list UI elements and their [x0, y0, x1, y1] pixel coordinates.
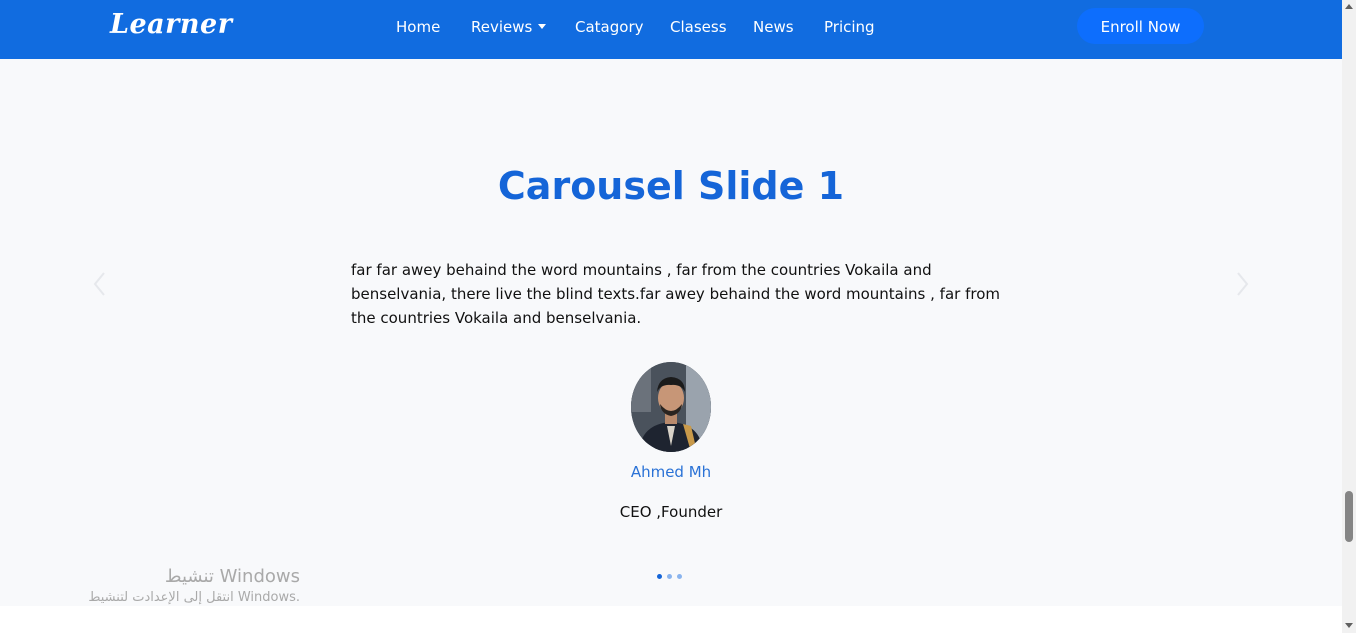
watermark-title: تنشيط Windows — [164, 566, 300, 587]
caret-down-icon — [538, 24, 547, 29]
person-role: CEO ,Founder — [619, 503, 723, 521]
carousel-next-button[interactable] — [1227, 269, 1257, 299]
carousel-prev-button[interactable] — [85, 269, 115, 299]
slide-title: Carousel Slide 1 — [497, 164, 845, 208]
nav-link-news[interactable]: News — [753, 18, 794, 36]
carousel-indicator[interactable] — [657, 574, 662, 579]
nav-link-catagory[interactable]: Catagory — [575, 18, 643, 36]
chevron-left-icon — [93, 272, 105, 296]
brand-logo[interactable]: Learner — [110, 9, 232, 40]
enroll-now-button[interactable]: Enroll Now — [1077, 8, 1204, 44]
page-bottom — [0, 606, 1342, 633]
windows-activation-watermark: تنشيط Windows انتقل إلى الإعدادت لتنشيط … — [60, 565, 300, 607]
watermark-subtitle: انتقل إلى الإعدادت لتنشيط Windows. — [88, 590, 300, 605]
top-navbar: Learner Home Reviews Catagory Clasess Ne… — [0, 0, 1342, 59]
avatar — [631, 362, 711, 452]
nav-link-clasess[interactable]: Clasess — [670, 18, 727, 36]
nav-link-reviews[interactable]: Reviews — [471, 18, 547, 36]
scroll-down-icon[interactable] — [1345, 623, 1353, 628]
nav-link-reviews-label: Reviews — [471, 18, 533, 36]
nav-link-home[interactable]: Home — [396, 18, 440, 36]
vertical-scrollbar[interactable] — [1342, 0, 1356, 633]
person-photo — [631, 362, 711, 452]
person-name: Ahmed Mh — [630, 463, 712, 481]
scroll-up-icon[interactable] — [1345, 4, 1353, 9]
carousel-indicator[interactable] — [667, 574, 672, 579]
scrollbar-thumb[interactable] — [1345, 491, 1353, 542]
testimonial-quote: far far awey behaind the word mountains … — [351, 261, 1000, 327]
carousel-indicator[interactable] — [677, 574, 682, 579]
chevron-right-icon — [1237, 272, 1249, 296]
testimonial-carousel: Carousel Slide 1 far far awey behaind th… — [0, 59, 1342, 606]
nav-link-pricing[interactable]: Pricing — [824, 18, 875, 36]
